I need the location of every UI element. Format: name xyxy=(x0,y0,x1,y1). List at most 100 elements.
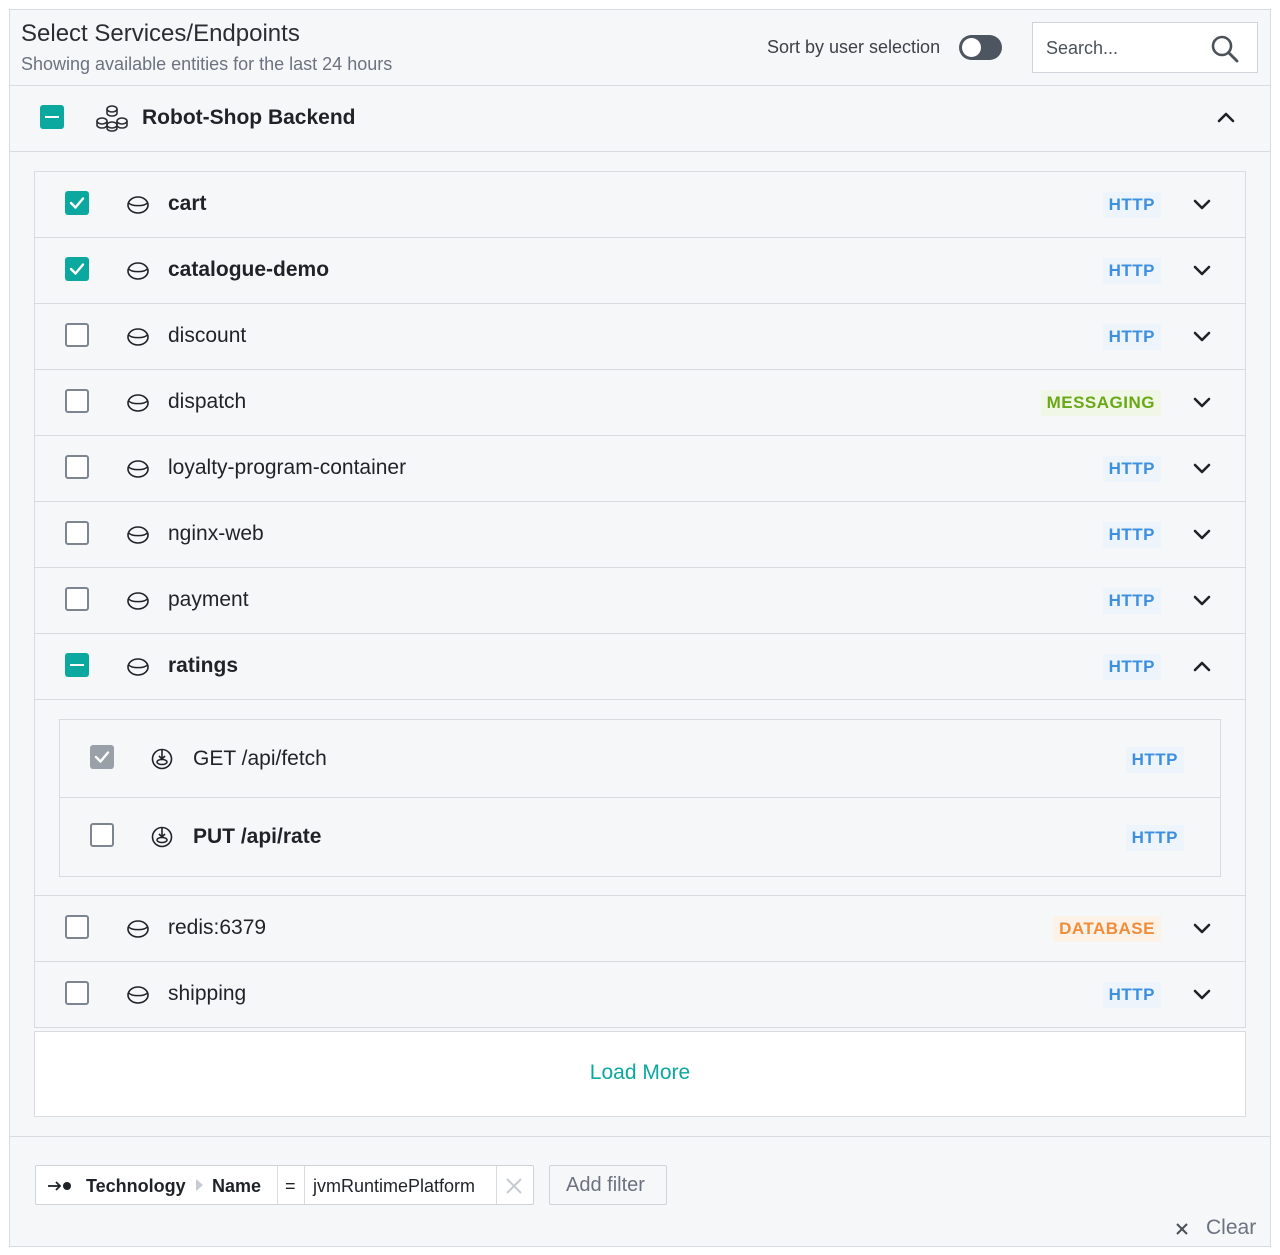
service-icon xyxy=(127,262,149,280)
service-name: nginx-web xyxy=(168,522,264,545)
checkbox[interactable] xyxy=(65,915,89,939)
chevron-down-icon[interactable] xyxy=(1191,391,1213,413)
checkbox[interactable] xyxy=(65,191,89,215)
chevron-up-icon[interactable] xyxy=(1191,655,1213,677)
service-name: shipping xyxy=(168,982,247,1005)
clear-button[interactable]: Clear xyxy=(1172,1215,1262,1243)
service-row-payment[interactable]: payment HTTP xyxy=(35,568,1245,634)
service-row-shipping[interactable]: shipping HTTP xyxy=(35,962,1245,1028)
service-icon xyxy=(127,658,149,676)
chevron-down-icon[interactable] xyxy=(1191,193,1213,215)
endpoint-list: GET /api/fetch HTTP PUT /api/rate HTTP xyxy=(59,719,1221,877)
service-icon xyxy=(127,394,149,412)
service-row-loyalty-program-container[interactable]: loyalty-program-container HTTP xyxy=(35,436,1245,502)
sort-toggle-label: Sort by user selection xyxy=(767,37,941,57)
group-checkbox[interactable] xyxy=(40,105,64,129)
type-badge: HTTP xyxy=(1125,747,1184,773)
type-badge: HTTP xyxy=(1102,654,1161,680)
filter-field: Technology xyxy=(86,1176,186,1196)
type-badge: HTTP xyxy=(1102,324,1161,350)
service-icon xyxy=(127,986,149,1004)
service-name: dispatch xyxy=(168,390,247,413)
service-row-discount[interactable]: discount HTTP xyxy=(35,304,1245,370)
service-row-ratings[interactable]: ratings HTTP xyxy=(35,634,1245,700)
checkbox[interactable] xyxy=(65,587,89,611)
checkbox[interactable] xyxy=(65,455,89,479)
checkbox xyxy=(90,745,114,769)
service-name: redis:6379 xyxy=(168,916,267,939)
arrow-dot-icon xyxy=(48,1181,71,1191)
load-more-button[interactable]: Load More xyxy=(34,1031,1246,1117)
search-icon[interactable] xyxy=(1210,34,1240,64)
checkbox[interactable] xyxy=(65,323,89,347)
type-badge: HTTP xyxy=(1102,456,1161,482)
search-placeholder: Search... xyxy=(1046,38,1119,58)
type-badge: HTTP xyxy=(1102,192,1161,218)
checkbox[interactable] xyxy=(65,981,89,1005)
endpoint-name: PUT /api/rate xyxy=(193,825,322,848)
chevron-up-icon[interactable] xyxy=(1215,106,1237,128)
service-icon xyxy=(127,196,149,214)
footer-divider xyxy=(10,1136,1270,1137)
endpoint-icon xyxy=(151,748,173,770)
filter-chip[interactable]: Technology Name = jvmRuntimePlatform xyxy=(35,1165,534,1205)
checkbox[interactable] xyxy=(90,823,114,847)
type-badge: HTTP xyxy=(1102,588,1161,614)
sort-toggle[interactable] xyxy=(959,35,1002,60)
selection-panel: Select Services/Endpoints Showing availa… xyxy=(9,9,1271,1247)
filter-divider xyxy=(304,1166,305,1204)
service-icon xyxy=(127,460,149,478)
service-row-dispatch[interactable]: dispatch MESSAGING xyxy=(35,370,1245,436)
service-name: discount xyxy=(168,324,247,347)
type-badge: HTTP xyxy=(1102,522,1161,548)
service-icon xyxy=(127,592,149,610)
type-badge: HTTP xyxy=(1125,825,1184,851)
checkbox[interactable] xyxy=(65,257,89,281)
endpoint-icon xyxy=(151,826,173,848)
service-row-nginx-web[interactable]: nginx-web HTTP xyxy=(35,502,1245,568)
endpoint-row[interactable]: PUT /api/rate HTTP xyxy=(60,798,1220,876)
chevron-down-icon[interactable] xyxy=(1191,523,1213,545)
panel-title: Select Services/Endpoints xyxy=(21,20,300,47)
service-icon xyxy=(127,920,149,938)
endpoint-row[interactable]: GET /api/fetch HTTP xyxy=(60,720,1220,798)
filter-operator: = xyxy=(285,1176,296,1196)
filter-value[interactable]: jvmRuntimePlatform xyxy=(313,1176,475,1197)
chevron-down-icon[interactable] xyxy=(1191,589,1213,611)
filter-divider xyxy=(277,1166,278,1204)
type-badge: MESSAGING xyxy=(1040,390,1161,416)
filter-separator-icon xyxy=(196,1179,203,1191)
filter-subfield: Name xyxy=(212,1176,262,1196)
close-icon xyxy=(1176,1223,1188,1235)
checkbox[interactable] xyxy=(65,389,89,413)
chevron-down-icon[interactable] xyxy=(1191,259,1213,281)
chevron-down-icon[interactable] xyxy=(1191,983,1213,1005)
checkbox[interactable] xyxy=(65,653,89,677)
service-name: cart xyxy=(168,192,207,215)
endpoint-panel: GET /api/fetch HTTP PUT /api/rate HTTP xyxy=(35,700,1245,896)
application-icon xyxy=(96,105,128,132)
group-label: Robot-Shop Backend xyxy=(142,106,356,129)
service-icon xyxy=(127,526,149,544)
service-name: ratings xyxy=(168,654,239,677)
panel-header: Select Services/Endpoints Showing availa… xyxy=(10,10,1270,86)
endpoint-name: GET /api/fetch xyxy=(193,747,327,770)
search-input[interactable]: Search... xyxy=(1032,22,1258,73)
add-filter-button[interactable]: Add filter xyxy=(549,1165,667,1205)
toggle-knob xyxy=(962,38,981,57)
add-filter-label: Add filter xyxy=(566,1174,645,1196)
filter-divider xyxy=(496,1166,497,1204)
service-name: loyalty-program-container xyxy=(168,456,407,479)
service-row-redis-6379[interactable]: redis:6379 DATABASE xyxy=(35,896,1245,962)
panel-subtitle: Showing available entities for the last … xyxy=(21,54,393,74)
service-row-cart[interactable]: cart HTTP xyxy=(35,172,1245,238)
checkbox[interactable] xyxy=(65,521,89,545)
type-badge: HTTP xyxy=(1102,258,1161,284)
remove-filter-icon[interactable] xyxy=(503,1175,525,1197)
service-row-catalogue-demo[interactable]: catalogue-demo HTTP xyxy=(35,238,1245,304)
chevron-down-icon[interactable] xyxy=(1191,457,1213,479)
chevron-down-icon[interactable] xyxy=(1191,917,1213,939)
chevron-down-icon[interactable] xyxy=(1191,325,1213,347)
type-badge: HTTP xyxy=(1102,982,1161,1008)
group-row-robot-shop-backend[interactable]: Robot-Shop Backend xyxy=(10,86,1270,152)
